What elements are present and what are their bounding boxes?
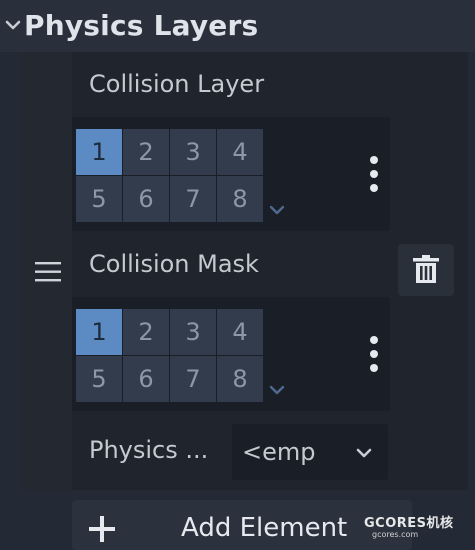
collision-mask-bit-8[interactable]: 8 <box>217 356 263 402</box>
collision-mask-bit-2[interactable]: 2 <box>123 309 169 355</box>
collision-layer-label: Collision Layer <box>89 70 265 98</box>
collision-mask-bit-3[interactable]: 3 <box>170 309 216 355</box>
collision-mask-bit-6[interactable]: 6 <box>123 356 169 402</box>
kebab-menu-icon[interactable] <box>367 154 381 194</box>
collision-layer-bit-7[interactable]: 7 <box>170 176 216 222</box>
kebab-menu-icon[interactable] <box>367 334 381 374</box>
physics-material-value[interactable]: <emp <box>242 437 316 467</box>
chevron-down-icon[interactable] <box>4 16 22 34</box>
collision-layer-bit-1[interactable]: 1 <box>76 129 122 175</box>
chevron-down-icon[interactable] <box>268 204 286 216</box>
chevron-down-icon[interactable] <box>354 446 374 460</box>
watermark-url: gcores.com <box>372 530 419 539</box>
collision-layer-bit-8[interactable]: 8 <box>217 176 263 222</box>
collision-mask-label: Collision Mask <box>89 250 259 278</box>
collision-layer-bit-6[interactable]: 6 <box>123 176 169 222</box>
collision-layer-grid: 1 2 3 4 5 6 7 8 <box>76 129 263 223</box>
collision-layer-bit-2[interactable]: 2 <box>123 129 169 175</box>
chevron-down-icon[interactable] <box>268 384 286 396</box>
plus-icon[interactable] <box>88 515 116 543</box>
section-title: Physics Layers <box>24 9 259 42</box>
hamburger-icon[interactable] <box>35 261 63 283</box>
collision-layer-bit-3[interactable]: 3 <box>170 129 216 175</box>
physics-material-label: Physics ... <box>89 436 209 464</box>
collision-mask-bit-1[interactable]: 1 <box>76 309 122 355</box>
add-element-label: Add Element <box>181 513 348 543</box>
collision-mask-grid: 1 2 3 4 5 6 7 8 <box>76 309 263 403</box>
collision-mask-bit-4[interactable]: 4 <box>217 309 263 355</box>
collision-layer-bit-5[interactable]: 5 <box>76 176 122 222</box>
collision-layer-bit-4[interactable]: 4 <box>217 129 263 175</box>
collision-mask-bit-5[interactable]: 5 <box>76 356 122 402</box>
collision-mask-bit-7[interactable]: 7 <box>170 356 216 402</box>
trash-icon[interactable] <box>412 255 440 285</box>
watermark-logo: GCORES机核 <box>364 516 454 531</box>
